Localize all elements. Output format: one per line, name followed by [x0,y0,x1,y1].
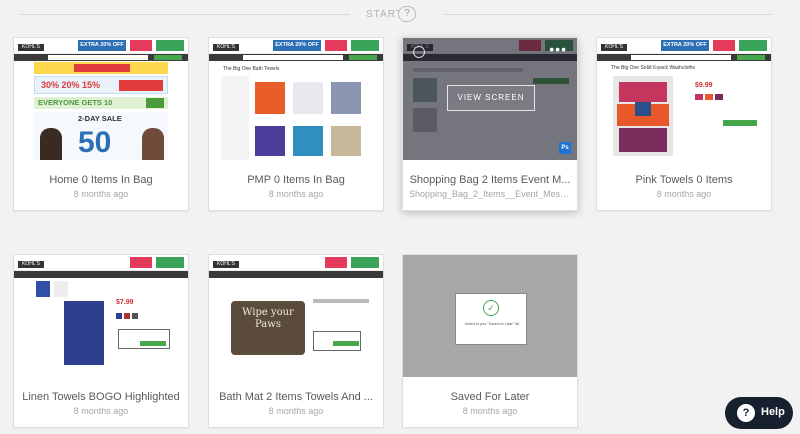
screen-card-pink-towels[interactable]: KOHL'S EXTRA 20% OFF The Big One Solid 6-… [596,37,772,211]
screen-thumbnail[interactable]: KOHL'S $7.99 [14,255,188,377]
screen-thumbnail[interactable]: ✓ Added to your "Saved for Later" list [403,255,577,377]
card-title: Shopping Bag 2 Items Event M... [409,174,571,186]
big-fifty: 50 [78,126,112,159]
kohls-logo: KOHL'S [213,261,239,268]
card-title: Pink Towels 0 Items [635,174,733,186]
category-heading: The Big One Bath Towels [223,66,280,72]
card-title: Linen Towels BOGO Highlighted [22,391,180,403]
price-label: $7.99 [116,299,134,306]
screen-card-bath-mat[interactable]: KOHL'S Wipe your Paws Bath Mat 2 Items T… [208,254,384,428]
kohls-logo: KOHL'S [18,261,44,268]
select-checkbox-icon[interactable] [413,46,425,58]
start-divider: START ? [20,6,772,24]
bath-mat-image: Wipe your Paws [231,301,305,355]
screen-card-saved-for-later[interactable]: ✓ Added to your "Saved for Later" list S… [402,254,578,428]
card-subtitle: 8 months ago [73,189,129,199]
two-day-sale-banner: 2-DAY SALE [78,114,122,123]
card-subtitle: Shopping_Bag_2_Items__Event_Messag... [409,189,571,199]
kohls-logo: KOHL'S [213,44,239,51]
card-title: Home 0 Items In Bag [49,174,153,186]
card-title: Saved For Later [450,391,530,403]
product-heading: The Big One Solid 6-pack Washcloths [611,65,696,71]
saved-dialog: ✓ Added to your "Saved for Later" list [455,293,527,345]
card-title: PMP 0 Items In Bag [247,174,345,186]
screen-thumbnail[interactable]: KOHL'S EXTRA 20% OFF The Big One Solid 6-… [597,38,771,160]
screen-thumbnail[interactable]: KOHL'S Wipe your Paws [209,255,383,377]
mat-text: Wipe your Paws [242,307,294,330]
card-subtitle: 8 months ago [268,406,324,416]
card-subtitle: 8 months ago [462,406,518,416]
divider-line-right [444,14,772,15]
more-options-icon[interactable]: ••• [549,42,567,56]
screen-card-pmp[interactable]: KOHL'S EXTRA 20% OFF The Big One Bath Tow… [208,37,384,211]
card-subtitle: 8 months ago [73,406,129,416]
price-label: $9.99 [695,82,713,89]
card-subtitle: 8 months ago [268,189,324,199]
card-title: Bath Mat 2 Items Towels And ... [219,391,373,403]
promo-percent-banner: 30% 20% 15% [41,80,101,90]
check-icon: ✓ [483,300,499,316]
promo-badge: EXTRA 20% OFF [661,40,709,51]
photoshop-icon: Ps [559,142,571,154]
view-screen-button[interactable]: VIEW SCREEN [447,85,535,111]
divider-line-left [20,14,350,15]
help-button[interactable]: ? Help [725,397,793,429]
kohls-logo: KOHL'S [601,44,627,51]
promo-badge: EXTRA 20% OFF [273,40,321,51]
screen-card-home[interactable]: KOHL'S EXTRA 20% OFF 30% 20% 15% EVERYONE… [13,37,189,211]
help-label: Help [761,406,785,418]
everyone-banner: EVERYONE GETS 10 [38,98,113,107]
screen-card-linen-towels[interactable]: KOHL'S $7.99 Linen Towels BOGO Highlight… [13,254,189,428]
dialog-text: Added to your "Saved for Later" list [464,322,520,326]
screen-thumbnail[interactable]: KOHL'S EXTRA 20% OFF The Big One Bath Tow… [209,38,383,160]
kohls-logo: KOHL'S [18,44,44,51]
start-help-icon[interactable]: ? [398,6,416,22]
screen-thumbnail[interactable]: KOHL'S ••• VIEW SCREEN Ps [403,38,577,160]
question-icon: ? [737,404,755,422]
screen-card-shopping-bag[interactable]: KOHL'S ••• VIEW SCREEN Ps Shopping Bag 2… [402,37,578,211]
card-subtitle: 8 months ago [656,189,712,199]
promo-badge: EXTRA 20% OFF [78,40,126,51]
screen-thumbnail[interactable]: KOHL'S EXTRA 20% OFF 30% 20% 15% EVERYONE… [14,38,188,160]
